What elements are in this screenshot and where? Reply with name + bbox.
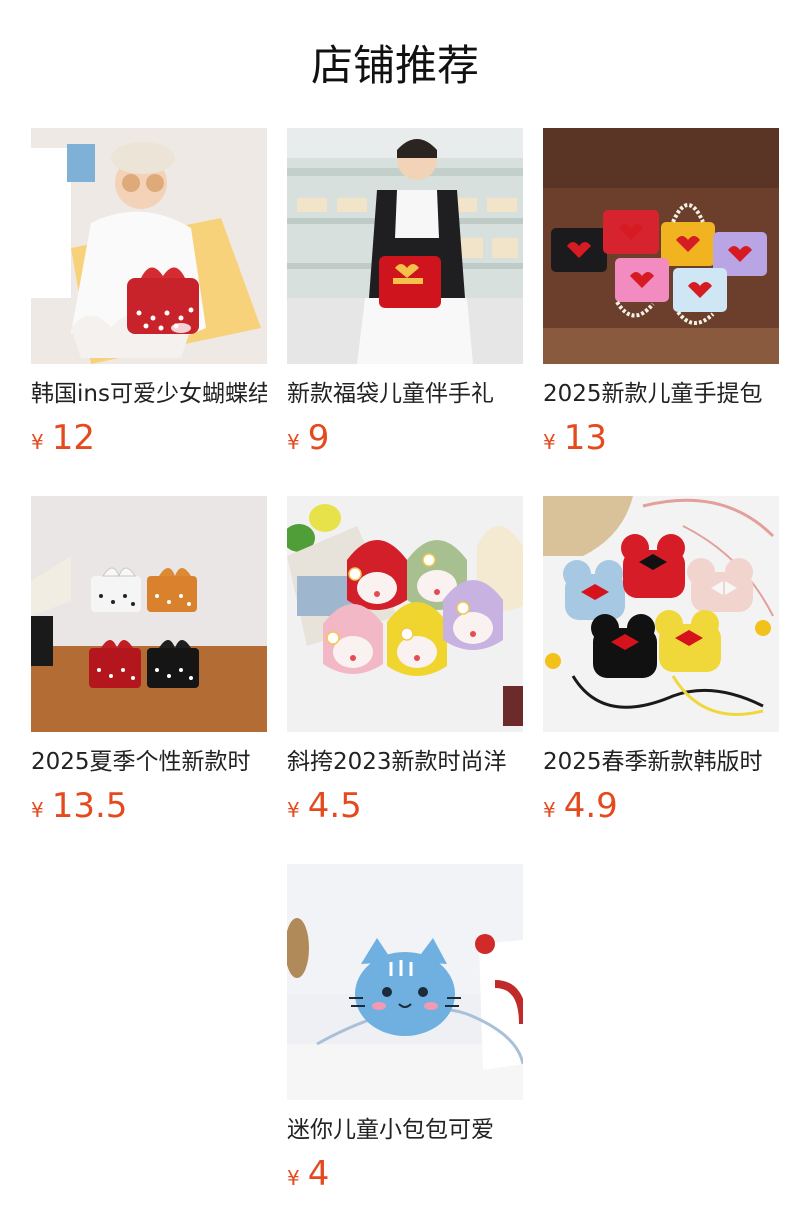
price-value: 13.5 <box>51 786 128 826</box>
product-image[interactable] <box>287 128 523 364</box>
product-card[interactable]: 迷你儿童小包包可爱 ¥4 <box>287 864 523 1194</box>
product-card[interactable]: 韩国ins可爱少女蝴蝶结 ¥12 <box>31 128 267 458</box>
product-card[interactable]: 斜挎2023新款时尚洋 ¥4.5 <box>287 496 523 826</box>
product-image[interactable] <box>543 128 779 364</box>
price-value: 9 <box>307 418 330 458</box>
product-price: ¥4 <box>287 1154 523 1194</box>
price-value: 4.9 <box>563 786 618 826</box>
currency-symbol: ¥ <box>543 430 556 454</box>
product-image[interactable] <box>287 496 523 732</box>
product-card[interactable]: 2025夏季个性新款时 ¥13.5 <box>31 496 267 826</box>
product-title[interactable]: 2025新款儿童手提包 <box>543 378 779 410</box>
product-title[interactable]: 新款福袋儿童伴手礼 <box>287 378 523 410</box>
price-value: 4.5 <box>307 786 362 826</box>
product-title[interactable]: 2025春季新款韩版时 <box>543 746 779 778</box>
product-card[interactable]: 2025新款儿童手提包 ¥13 <box>543 128 779 458</box>
currency-symbol: ¥ <box>287 1166 300 1190</box>
product-price: ¥4.9 <box>543 786 779 826</box>
currency-symbol: ¥ <box>287 430 300 454</box>
currency-symbol: ¥ <box>287 798 300 822</box>
section-title: 店铺推荐 <box>310 41 479 90</box>
product-image[interactable] <box>31 128 267 364</box>
product-price: ¥9 <box>287 418 523 458</box>
currency-symbol: ¥ <box>31 430 44 454</box>
currency-symbol: ¥ <box>543 798 556 822</box>
product-price: ¥13.5 <box>31 786 267 826</box>
product-price: ¥12 <box>31 418 267 458</box>
price-value: 4 <box>307 1154 330 1194</box>
product-image[interactable] <box>31 496 267 732</box>
product-card[interactable]: 2025春季新款韩版时 ¥4.9 <box>543 496 779 826</box>
product-title[interactable]: 斜挎2023新款时尚洋 <box>287 746 523 778</box>
product-image[interactable] <box>543 496 779 732</box>
product-title[interactable]: 迷你儿童小包包可爱 <box>287 1114 523 1146</box>
product-price: ¥4.5 <box>287 786 523 826</box>
price-value: 13 <box>563 418 607 458</box>
product-image[interactable] <box>287 864 523 1100</box>
product-card[interactable]: 新款福袋儿童伴手礼 ¥9 <box>287 128 523 458</box>
product-title[interactable]: 2025夏季个性新款时 <box>31 746 267 778</box>
product-price: ¥13 <box>543 418 779 458</box>
currency-symbol: ¥ <box>31 798 44 822</box>
product-title[interactable]: 韩国ins可爱少女蝴蝶结 <box>31 378 267 410</box>
price-value: 12 <box>51 418 95 458</box>
